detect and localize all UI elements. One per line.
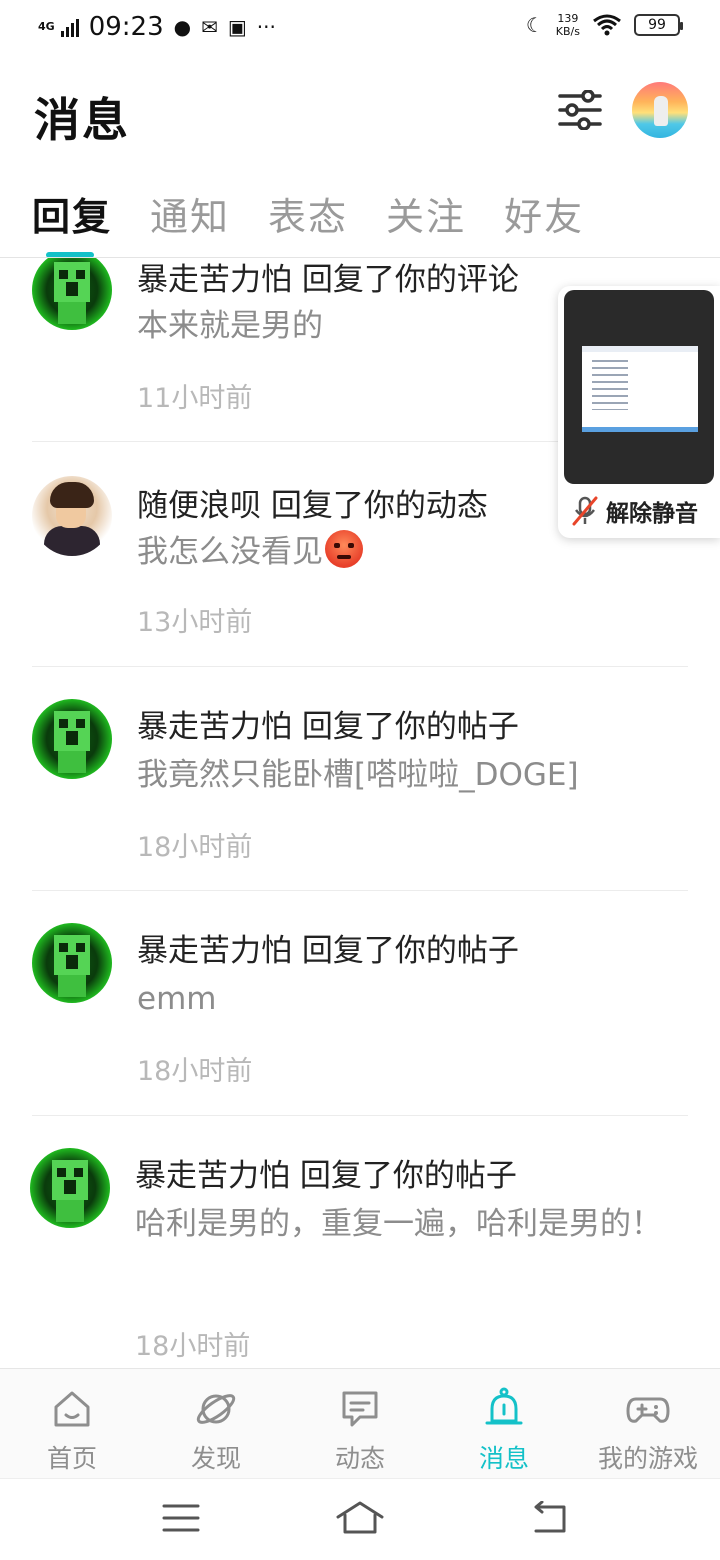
creeper-avatar[interactable] xyxy=(32,923,112,1003)
network-type: 4G xyxy=(38,20,55,33)
message-item[interactable]: 暴走苦力怕 回复了你的帖子 我竟然只能卧槽[嗒啦啦_DOGE] 18小时前 xyxy=(0,667,720,891)
message-time: 18小时前 xyxy=(137,1056,253,1087)
nav-my-games[interactable]: 我的游戏 xyxy=(576,1369,720,1479)
message-time: 18小时前 xyxy=(137,832,253,863)
wechat-icon: ✉ xyxy=(201,15,218,39)
bell-icon xyxy=(485,1387,523,1425)
home-outline-icon xyxy=(336,1501,384,1534)
creeper-avatar[interactable] xyxy=(32,699,112,779)
compass-icon: ● xyxy=(173,15,192,39)
harry-avatar[interactable] xyxy=(32,476,112,556)
speed-unit: KB/s xyxy=(555,25,580,38)
nav-my-games-label: 我的游戏 xyxy=(597,1444,698,1473)
status-right: ☾ 139 KB/s 99 xyxy=(522,12,683,38)
filter-button[interactable] xyxy=(558,89,602,131)
creeper-avatar[interactable] xyxy=(32,258,112,330)
floating-video-window[interactable]: 解除静音 xyxy=(558,286,720,538)
more-dots-icon: ··· xyxy=(256,15,276,39)
message-content-text: 我怎么没看见 xyxy=(137,534,323,570)
message-title: 随便浪呗 回复了你的动态 xyxy=(137,488,488,524)
message-content: 我怎么没看见 xyxy=(137,526,363,578)
message-title: 暴走苦力怕 回复了你的帖子 xyxy=(137,933,519,969)
nav-feed-label: 动态 xyxy=(334,1444,385,1473)
app-notification-icon: ▣ xyxy=(227,15,247,39)
home-button[interactable] xyxy=(336,1501,384,1539)
tab-reactions[interactable]: 表态 xyxy=(268,186,348,241)
user-avatar[interactable] xyxy=(632,82,688,138)
back-icon xyxy=(534,1500,566,1533)
message-time: 18小时前 xyxy=(135,1331,251,1362)
nav-messages[interactable]: 消息 xyxy=(432,1369,576,1479)
tab-notifications[interactable]: 通知 xyxy=(150,186,230,241)
mic-muted-icon xyxy=(572,496,598,526)
message-item[interactable]: 暴走苦力怕 回复了你的帖子 emm 18小时前 xyxy=(0,891,720,1116)
nav-feed[interactable]: 动态 xyxy=(288,1369,432,1479)
status-left: 4G 09:23 ● ✉ ▣ ··· xyxy=(38,12,276,42)
unmute-label: 解除静音 xyxy=(606,501,698,527)
nav-messages-label: 消息 xyxy=(478,1444,529,1473)
message-content: 我竟然只能卧槽[嗒啦啦_DOGE] xyxy=(137,757,579,793)
system-nav-bar xyxy=(0,1478,720,1560)
menu-icon xyxy=(162,1504,200,1532)
unmute-button[interactable]: 解除静音 xyxy=(572,494,698,528)
bottom-nav: 首页 发现 动态 消息 我的游戏 xyxy=(0,1368,720,1478)
message-title: 暴走苦力怕 回复了你的帖子 xyxy=(137,709,519,745)
message-content: 本来就是男的 xyxy=(137,308,323,344)
angry-emoji xyxy=(325,530,363,568)
message-time: 11小时前 xyxy=(137,383,253,414)
message-time: 13小时前 xyxy=(137,607,253,638)
video-preview[interactable] xyxy=(564,290,714,484)
signal-icon xyxy=(60,17,79,37)
speed-value: 139 xyxy=(557,12,579,25)
tab-follows[interactable]: 关注 xyxy=(386,186,466,241)
message-title: 暴走苦力怕 回复了你的评论 xyxy=(137,262,519,298)
tab-friends[interactable]: 好友 xyxy=(504,186,584,241)
planet-icon xyxy=(196,1394,236,1424)
nav-discover-label: 发现 xyxy=(190,1444,241,1473)
chat-icon xyxy=(342,1391,378,1427)
message-tabs: 回复 通知 表态 关注 好友 xyxy=(32,186,584,241)
shared-screen-document xyxy=(582,346,698,432)
moon-icon: ☾ xyxy=(525,13,544,37)
nav-discover[interactable]: 发现 xyxy=(144,1369,288,1479)
wifi-icon xyxy=(593,14,621,36)
avatar-figure xyxy=(654,96,668,126)
home-icon xyxy=(54,1391,90,1427)
battery-icon: 99 xyxy=(634,14,683,36)
message-item[interactable]: 暴走苦力怕 回复了你的帖子 哈利是男的，重复一遍，哈利是男的！ 18小时前 xyxy=(0,1116,720,1368)
message-content: emm xyxy=(137,981,217,1017)
tab-reply[interactable]: 回复 xyxy=(32,186,112,241)
back-button[interactable] xyxy=(530,1500,568,1539)
menu-button[interactable] xyxy=(162,1501,200,1539)
message-content: 哈利是男的，重复一遍，哈利是男的！ xyxy=(135,1206,662,1242)
nav-home[interactable]: 首页 xyxy=(0,1369,144,1479)
network-speed: 139 KB/s xyxy=(556,12,580,38)
gamepad-icon xyxy=(626,1397,670,1423)
sliders-icon xyxy=(558,89,602,131)
status-bar: 4G 09:23 ● ✉ ▣ ··· ☾ 139 KB/s 99 xyxy=(0,0,720,58)
clock: 09:23 xyxy=(88,12,164,42)
page-title: 消息 xyxy=(34,93,130,147)
nav-home-label: 首页 xyxy=(46,1444,97,1473)
creeper-avatar[interactable] xyxy=(30,1148,110,1228)
message-title: 暴走苦力怕 回复了你的帖子 xyxy=(135,1158,517,1194)
